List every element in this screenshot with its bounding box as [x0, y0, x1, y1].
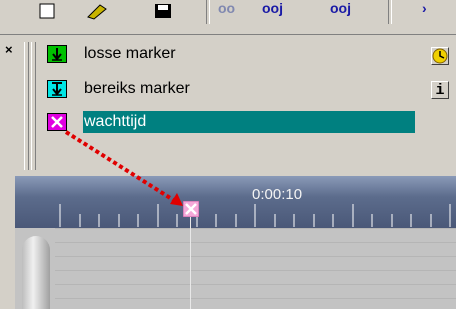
annotation-arrow — [64, 130, 183, 206]
